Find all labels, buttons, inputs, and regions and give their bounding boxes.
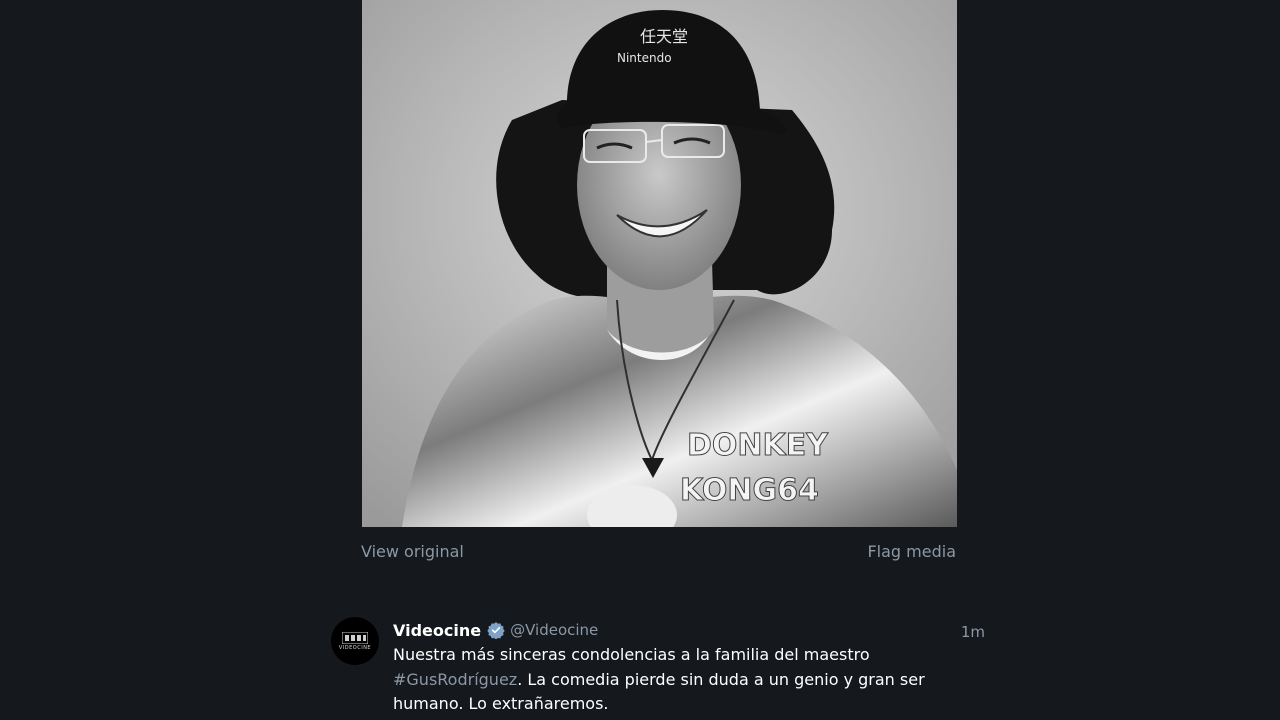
tweet-header: Videocine @Videocine [393, 619, 598, 641]
tweet: VIDEOCINE Videocine @Videocine 1m Nuestr… [331, 615, 991, 720]
verified-badge-icon [487, 622, 505, 639]
flag-media-link[interactable]: Flag media [867, 542, 956, 561]
portrait-image: 任天堂 Nintendo DONKEY KONG64 [362, 0, 957, 527]
cap-kanji: 任天堂 [640, 27, 688, 46]
user-handle[interactable]: @Videocine [510, 621, 598, 639]
tweet-text-line: Nuestra más sinceras condolencias a la f… [393, 645, 870, 664]
videocine-logo-icon [342, 632, 368, 644]
tweet-timestamp[interactable]: 1m [961, 623, 985, 641]
display-name[interactable]: Videocine [393, 621, 481, 640]
view-original-link[interactable]: View original [361, 542, 464, 561]
tweet-text-line: humano. Lo extrañaremos. [393, 694, 609, 713]
media-actions-bar: View original Flag media [361, 540, 957, 566]
shirt-text-line2: KONG64 [680, 473, 819, 508]
hashtag-link[interactable]: #GusRodríguez [393, 670, 517, 689]
tweet-text: Nuestra más sinceras condolencias a la f… [393, 643, 983, 717]
cap-text: Nintendo [617, 51, 672, 65]
tweet-text-fragment: . La comedia pierde sin duda a un genio … [517, 669, 925, 689]
avatar-logo-text: VIDEOCINE [338, 645, 372, 651]
shirt-text-line1: DONKEY [687, 428, 829, 463]
tweet-media-photo[interactable]: 任天堂 Nintendo DONKEY KONG64 [362, 0, 957, 527]
tweet-text-line: #GusRodríguez. La comedia pierde sin dud… [393, 668, 983, 693]
media-viewer: 任天堂 Nintendo DONKEY KONG64 View original… [0, 0, 1280, 720]
avatar[interactable]: VIDEOCINE [331, 617, 379, 665]
